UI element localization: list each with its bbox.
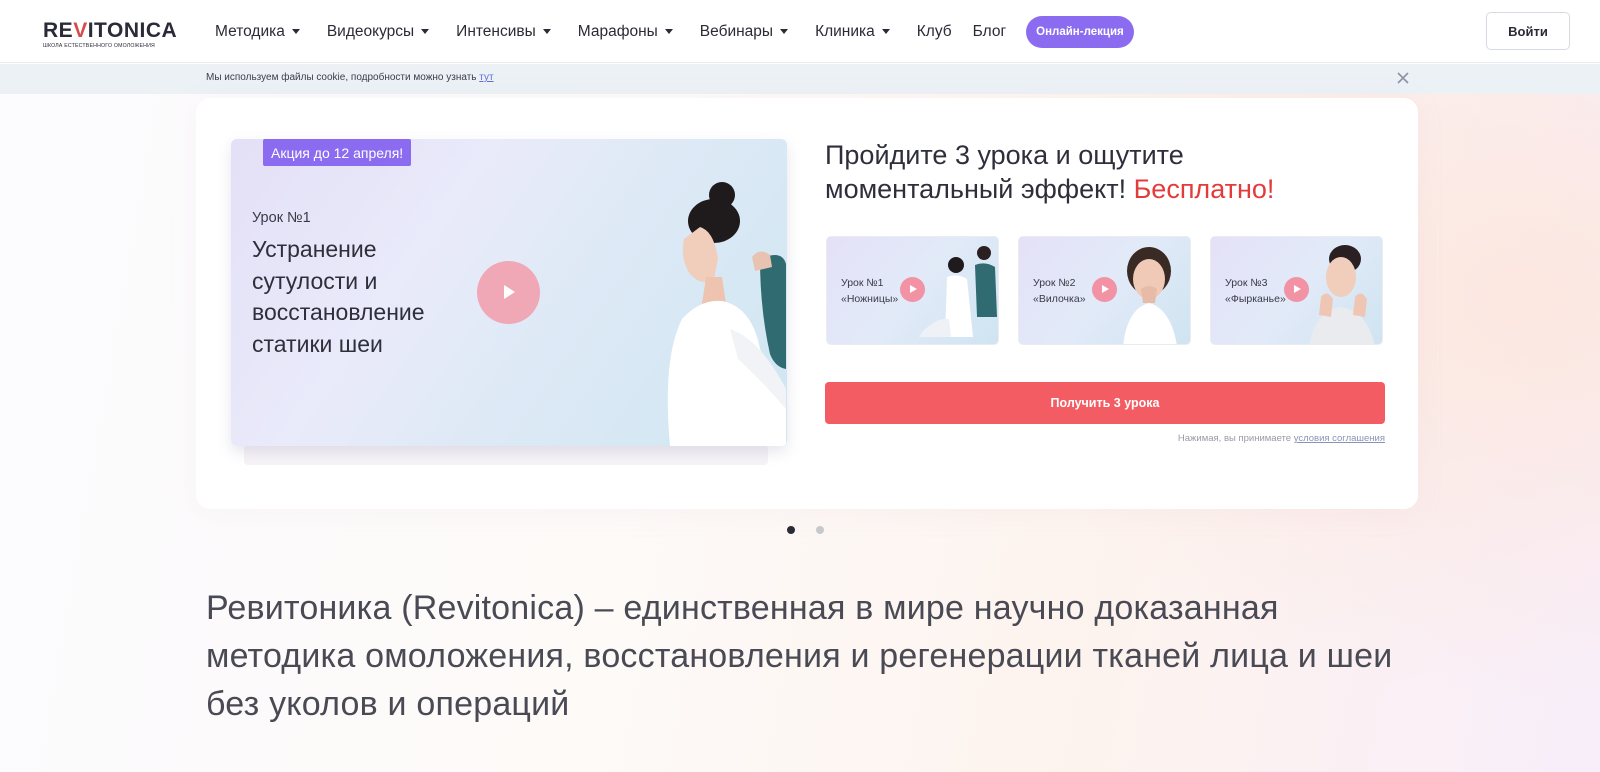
lesson-thumb-1[interactable]: Урок №1 «Ножницы» <box>826 236 999 345</box>
chevron-down-icon <box>291 29 300 34</box>
nav-item-klub[interactable]: Клуб <box>917 23 952 41</box>
nav-item-vebinary[interactable]: Вебинары <box>700 23 789 41</box>
chevron-down-icon <box>542 29 551 34</box>
lesson-thumb-3[interactable]: Урок №3 «Фырканье» <box>1210 236 1383 345</box>
lesson-number: Урок №1 <box>252 210 311 226</box>
chevron-down-icon <box>881 29 890 34</box>
chevron-down-icon <box>664 29 673 34</box>
play-icon[interactable] <box>900 277 925 302</box>
person-illustration <box>667 182 786 446</box>
carousel-dot-2[interactable] <box>816 526 824 534</box>
cookie-text: Мы используем файлы cookie, подробности … <box>206 72 494 83</box>
site-header: REVITONICA ШКОЛА ЕСТЕСТВЕННОГО ОМОЛОЖЕНИ… <box>0 0 1600 63</box>
nav-item-blog[interactable]: Блог <box>973 23 1007 41</box>
online-lecture-button[interactable]: Онлайн-лекция <box>1026 15 1134 48</box>
logo-text: REVITONICA <box>43 19 178 42</box>
logo[interactable]: REVITONICA ШКОЛА ЕСТЕСТВЕННОГО ОМОЛОЖЕНИ… <box>43 20 179 50</box>
agreement-link[interactable]: условия соглашения <box>1294 433 1385 444</box>
carousel-dots <box>787 526 845 534</box>
thumb-label: Урок №3 «Фырканье» <box>1225 277 1286 305</box>
free-highlight: Бесплатно! <box>1133 174 1275 204</box>
thumb-label: Урок №2 «Вилочка» <box>1033 277 1086 305</box>
nav-item-marafony[interactable]: Марафоны <box>578 23 673 41</box>
play-icon[interactable] <box>477 261 540 324</box>
login-button[interactable]: Войти <box>1486 12 1570 50</box>
cookie-banner: Мы используем файлы cookie, подробности … <box>0 64 1600 94</box>
play-icon[interactable] <box>1284 277 1309 302</box>
thumb-label: Урок №1 «Ножницы» <box>841 277 899 305</box>
chevron-down-icon <box>780 29 789 34</box>
carousel-dot-1[interactable] <box>787 526 795 534</box>
intro-text: Ревитоника (Revitonica) – единственная в… <box>206 589 1393 723</box>
lesson-thumb-2[interactable]: Урок №2 «Вилочка» <box>1018 236 1191 345</box>
nav-item-metodika[interactable]: Методика <box>215 23 300 41</box>
lesson-title: Устранение сутулости и восстановление ст… <box>252 236 425 357</box>
logo-tagline: ШКОЛА ЕСТЕСТВЕННОГО ОМОЛОЖЕНИЯ <box>43 43 155 49</box>
main-nav: Методика Видеокурсы Интенсивы Марафоны В… <box>215 0 1134 63</box>
nav-item-videokursy[interactable]: Видеокурсы <box>327 23 430 41</box>
promo-badge: Акция до 12 апреля! <box>263 139 412 166</box>
play-icon[interactable] <box>1092 277 1117 302</box>
logo-wordmark: REVITONICA <box>43 20 179 42</box>
nav-item-intensivy[interactable]: Интенсивы <box>456 23 551 41</box>
chevron-down-icon <box>421 29 430 34</box>
get-lessons-button[interactable]: Получить 3 урока <box>825 382 1385 424</box>
cookie-link[interactable]: тут <box>479 72 493 83</box>
agreement-note: Нажимая, вы принимаете условия соглашени… <box>1177 433 1385 444</box>
video-stack-shadow <box>244 445 768 465</box>
close-icon[interactable] <box>1394 69 1412 87</box>
hero-headline: Пройдите 3 урока и ощутите моментальный … <box>825 140 1275 204</box>
nav-item-klinika[interactable]: Клиника <box>815 23 890 41</box>
